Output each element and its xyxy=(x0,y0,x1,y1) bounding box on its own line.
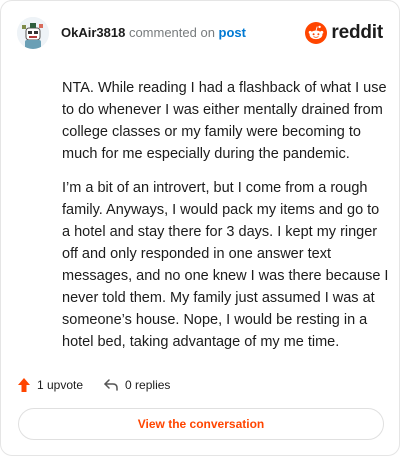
comment-meta: OkAir3818 commented on post xyxy=(61,25,246,41)
view-conversation-button[interactable]: View the conversation xyxy=(18,408,384,440)
reddit-wordmark: reddit xyxy=(331,22,383,43)
reply-arrow-icon xyxy=(104,379,118,391)
post-link[interactable]: post xyxy=(219,25,246,40)
comment-paragraph: NTA. While reading I had a flashback of … xyxy=(62,80,387,162)
upvote-arrow-icon xyxy=(18,378,30,392)
comment-actions: 1 upvote 0 replies xyxy=(17,375,190,395)
reddit-logo-icon xyxy=(305,22,328,44)
upvote-count: 1 upvote xyxy=(37,378,84,392)
upvote-button[interactable]: 1 upvote xyxy=(17,377,83,393)
reply-count: 0 replies xyxy=(125,378,171,392)
username-link[interactable]: OkAir3818 xyxy=(61,25,125,40)
comment-paragraph: I’m a bit of an introvert, but I come fr… xyxy=(62,180,389,350)
commented-on-text: commented on xyxy=(125,25,219,40)
reddit-brand[interactable]: reddit xyxy=(305,22,383,44)
replies-button[interactable]: 0 replies xyxy=(103,378,170,392)
comment-body: NTA. While reading I had a flashback of … xyxy=(62,77,390,365)
avatar[interactable] xyxy=(17,17,49,49)
embedded-comment-card: OkAir3818 commented on post reddit NTA. … xyxy=(0,0,400,456)
comment-header: OkAir3818 commented on post reddit xyxy=(17,15,383,51)
